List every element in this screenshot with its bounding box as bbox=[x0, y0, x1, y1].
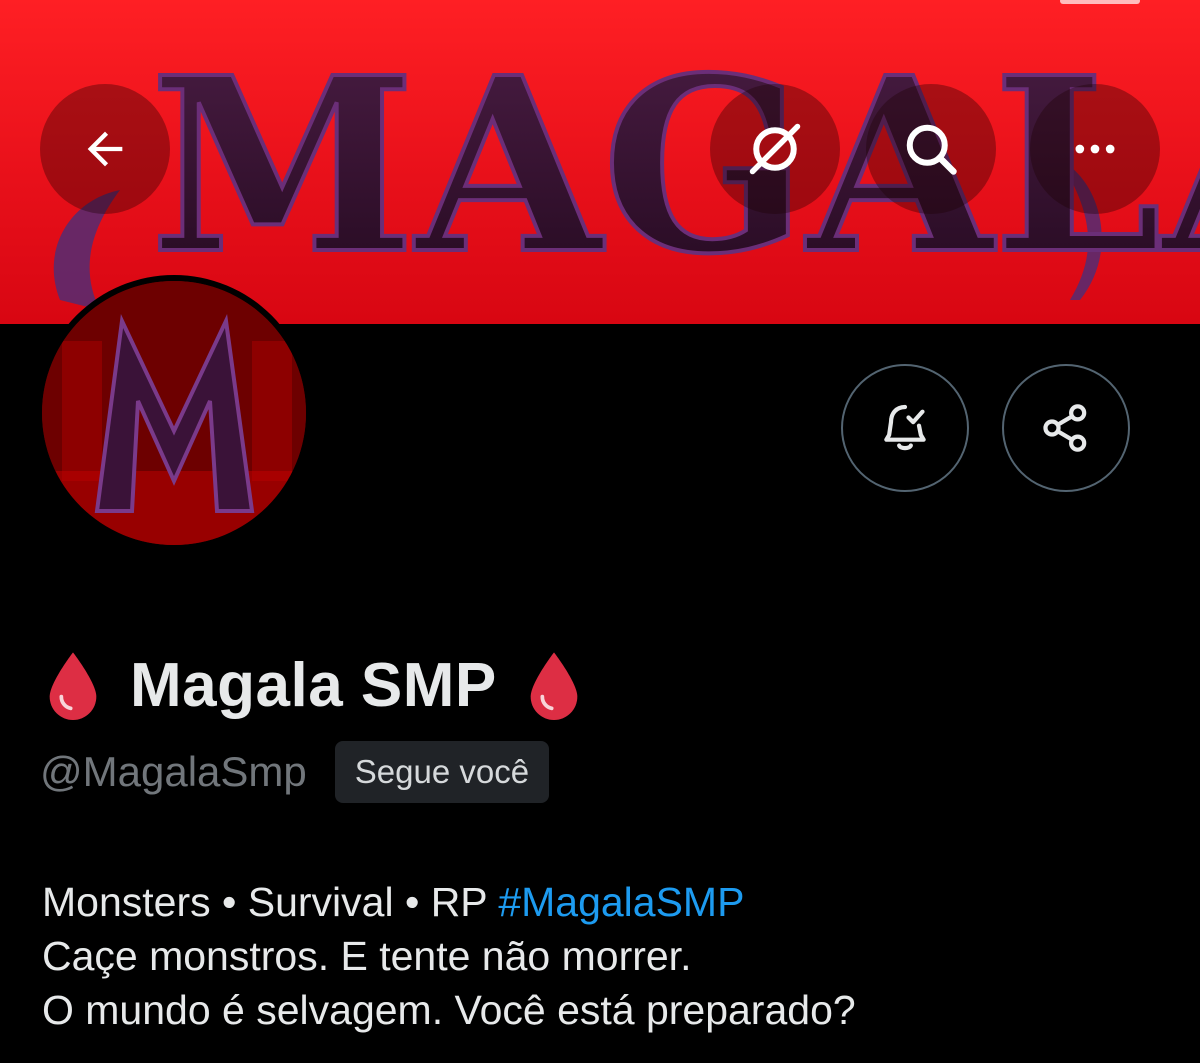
share-icon bbox=[1043, 404, 1087, 452]
back-button[interactable] bbox=[40, 84, 170, 214]
follows-you-badge: Segue você bbox=[334, 741, 550, 803]
notifications-button[interactable] bbox=[841, 364, 969, 492]
grok-button[interactable] bbox=[710, 84, 840, 214]
display-name-row: Magala SMP bbox=[44, 640, 583, 730]
avatar-logo bbox=[42, 281, 306, 545]
drop-of-blood-icon bbox=[530, 652, 578, 720]
avatar-image bbox=[42, 281, 306, 545]
search-button[interactable] bbox=[866, 84, 996, 214]
search-icon bbox=[906, 124, 957, 175]
bell-check-icon bbox=[884, 404, 926, 451]
profile-bio: Monsters • Survival • RP #MagalaSMP Caçe… bbox=[42, 875, 1162, 1037]
grok-icon bbox=[749, 123, 801, 175]
bio-line-2: Caçe monstros. E tente não morrer. bbox=[42, 933, 692, 979]
status-bar-indicator bbox=[1060, 0, 1140, 4]
drop-of-blood-icon bbox=[49, 652, 97, 720]
bio-line-1-text: Monsters • Survival • RP bbox=[42, 879, 499, 925]
handle-row: @MagalaSmp Segue você bbox=[40, 737, 550, 807]
bio-line-1: Monsters • Survival • RP #MagalaSMP bbox=[42, 875, 1162, 929]
bio-line-3: O mundo é selvagem. Você está preparado? bbox=[42, 987, 856, 1033]
user-handle: @MagalaSmp bbox=[40, 748, 307, 795]
profile-avatar[interactable] bbox=[36, 275, 312, 551]
bio-hashtag-link[interactable]: #MagalaSMP bbox=[498, 879, 744, 925]
share-button[interactable] bbox=[1002, 364, 1130, 492]
display-name: Magala SMP bbox=[130, 650, 497, 720]
arrow-left-icon bbox=[87, 131, 123, 167]
more-options-button[interactable] bbox=[1030, 84, 1160, 214]
more-horizontal-icon bbox=[1075, 144, 1115, 154]
